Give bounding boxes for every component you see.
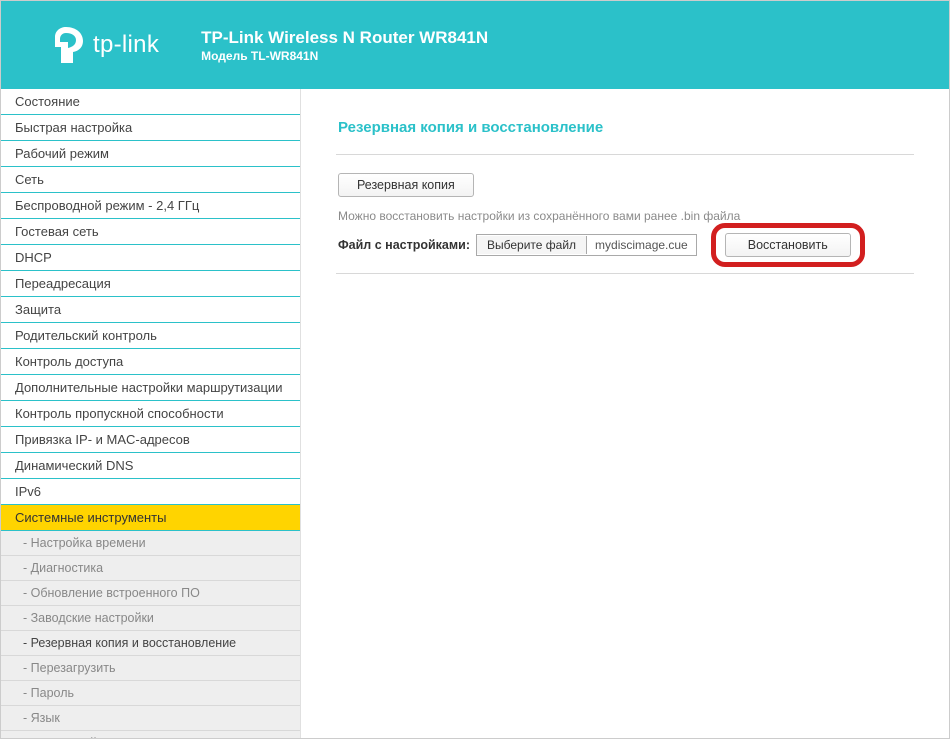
- restore-button[interactable]: Восстановить: [725, 233, 851, 257]
- backup-restore-section: Резервная копия Можно восстановить настр…: [336, 155, 914, 274]
- sidebar-item[interactable]: Переадресация: [1, 271, 300, 297]
- brand-name: tp-link: [93, 31, 159, 59]
- page-title: Резервная копия и восстановление: [336, 113, 914, 155]
- sidebar-subitem[interactable]: - Диагностика: [1, 556, 300, 581]
- sidebar-item[interactable]: Привязка IP- и MAC-адресов: [1, 427, 300, 453]
- sidebar-subitem[interactable]: - Резервная копия и восстановление: [1, 631, 300, 656]
- sidebar-item[interactable]: Родительский контроль: [1, 323, 300, 349]
- sidebar: СостояниеБыстрая настройкаРабочий режимС…: [1, 89, 301, 738]
- sidebar-item[interactable]: Защита: [1, 297, 300, 323]
- sidebar-item[interactable]: Дополнительные настройки маршрутизации: [1, 375, 300, 401]
- file-label: Файл с настройками:: [338, 238, 470, 252]
- sidebar-subitem[interactable]: - Системный журнал: [1, 731, 300, 738]
- sidebar-subitem[interactable]: - Заводские настройки: [1, 606, 300, 631]
- sidebar-submenu: - Настройка времени- Диагностика- Обновл…: [1, 531, 300, 738]
- sidebar-item[interactable]: Быстрая настройка: [1, 115, 300, 141]
- brand-logo: tp-link: [51, 25, 159, 65]
- sidebar-item[interactable]: Гостевая сеть: [1, 219, 300, 245]
- sidebar-item[interactable]: Системные инструменты: [1, 505, 300, 531]
- sidebar-item[interactable]: Контроль пропускной способности: [1, 401, 300, 427]
- tplink-logo-icon: [51, 25, 87, 65]
- selected-filename: mydiscimage.cue: [587, 236, 696, 254]
- restore-hint: Можно восстановить настройки из сохранён…: [338, 209, 912, 223]
- sidebar-item[interactable]: Состояние: [1, 89, 300, 115]
- file-row: Файл с настройками: Выберите файл mydisc…: [338, 233, 912, 257]
- sidebar-item[interactable]: Контроль доступа: [1, 349, 300, 375]
- sidebar-subitem[interactable]: - Обновление встроенного ПО: [1, 581, 300, 606]
- sidebar-subitem[interactable]: - Перезагрузить: [1, 656, 300, 681]
- header-title: TP-Link Wireless N Router WR841N: [201, 27, 488, 48]
- sidebar-subitem[interactable]: - Настройка времени: [1, 531, 300, 556]
- content: Резервная копия и восстановление Резервн…: [301, 89, 949, 738]
- sidebar-item[interactable]: IPv6: [1, 479, 300, 505]
- sidebar-item[interactable]: Беспроводной режим - 2,4 ГГц: [1, 193, 300, 219]
- backup-button[interactable]: Резервная копия: [338, 173, 474, 197]
- sidebar-subitem[interactable]: - Язык: [1, 706, 300, 731]
- file-picker[interactable]: Выберите файл mydiscimage.cue: [476, 234, 697, 256]
- sidebar-item[interactable]: DHCP: [1, 245, 300, 271]
- sidebar-subitem[interactable]: - Пароль: [1, 681, 300, 706]
- header-subtitle: Модель TL-WR841N: [201, 49, 488, 63]
- sidebar-item[interactable]: Динамический DNS: [1, 453, 300, 479]
- choose-file-button[interactable]: Выберите файл: [477, 236, 587, 254]
- header: tp-link TP-Link Wireless N Router WR841N…: [1, 1, 949, 89]
- header-titles: TP-Link Wireless N Router WR841N Модель …: [201, 27, 488, 63]
- sidebar-item[interactable]: Рабочий режим: [1, 141, 300, 167]
- sidebar-item[interactable]: Сеть: [1, 167, 300, 193]
